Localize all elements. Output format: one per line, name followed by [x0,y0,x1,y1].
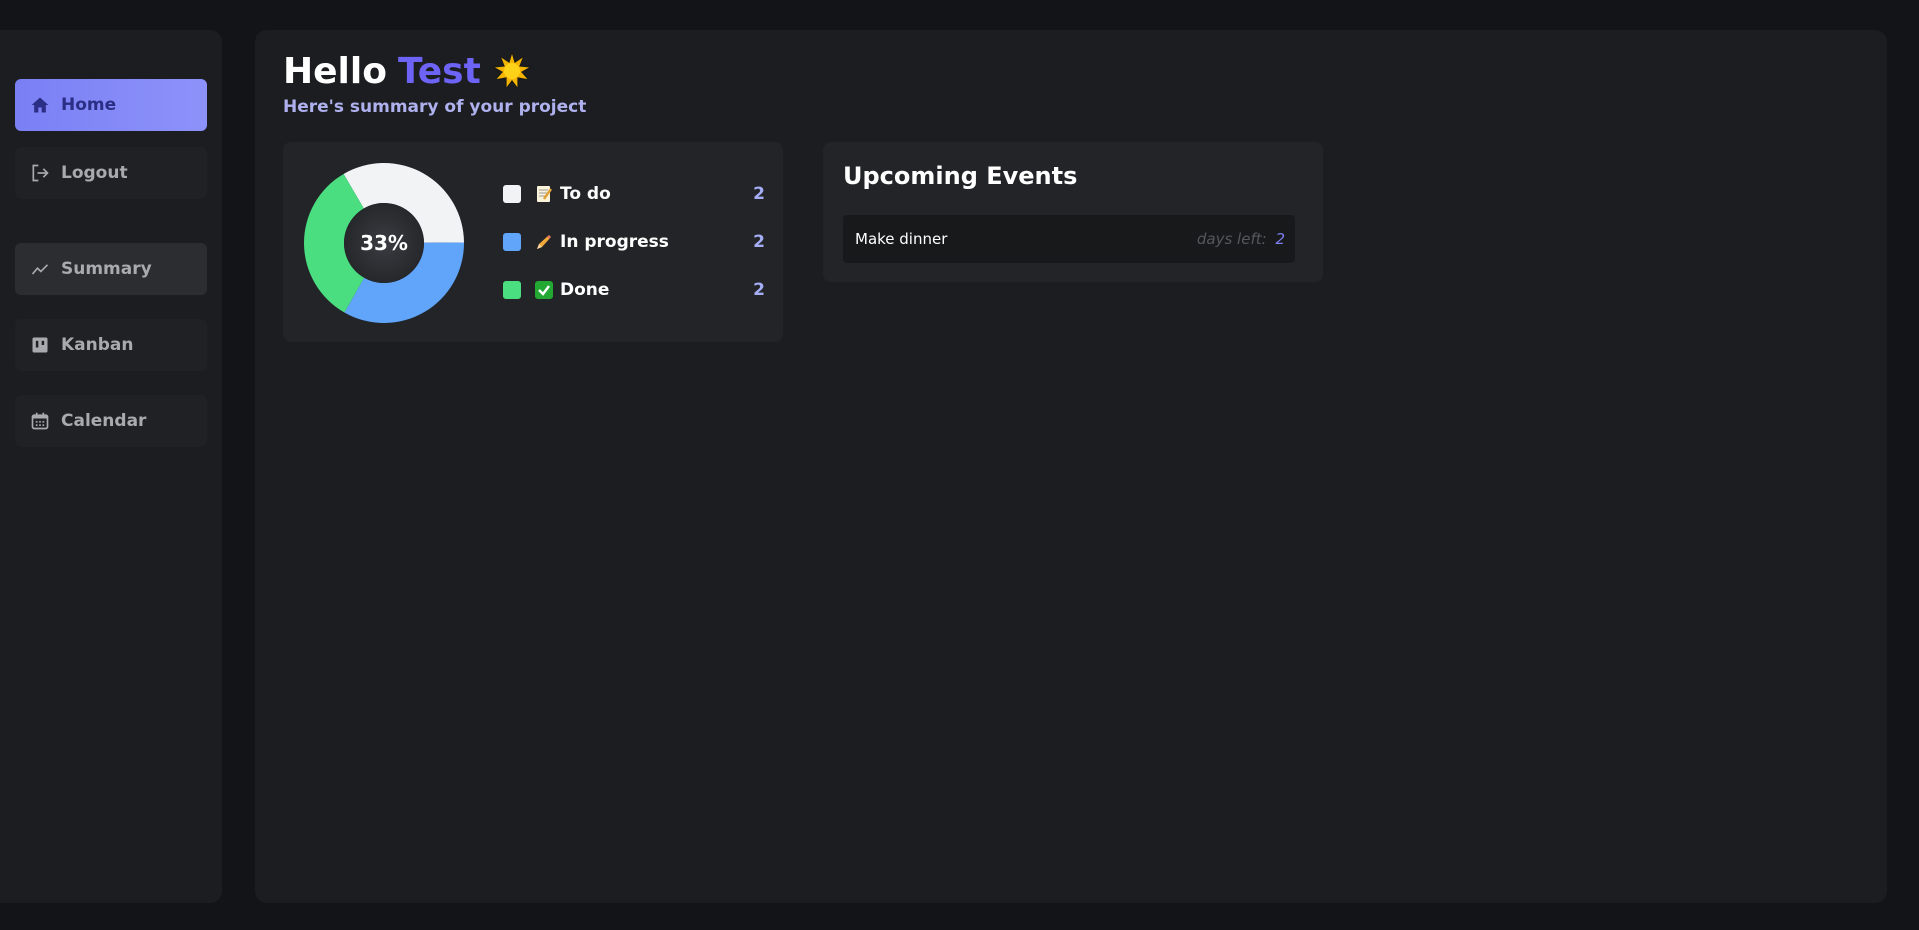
legend-label: In progress [560,232,669,252]
legend-count: 2 [753,280,765,300]
kanban-icon [29,334,51,356]
sidebar-item-label: Kanban [61,335,134,355]
summary-card: 33% To do 2 In progress 2 Done 2 [283,142,783,342]
home-icon [29,94,51,116]
sidebar-item-logout[interactable]: Logout [15,147,207,199]
memo-icon [535,185,553,203]
legend-item-in-progress: In progress 2 [503,230,765,254]
days-left-value: 2 [1275,230,1285,248]
sidebar-item-label: Home [61,95,117,115]
legend-item-done: Done 2 [503,278,765,302]
page-subtitle: Here's summary of your project [283,97,587,117]
sidebar-item-kanban[interactable]: Kanban [15,319,207,371]
percent-label: 33% [344,203,424,283]
sidebar-item-summary[interactable]: Summary [15,243,207,295]
events-title: Upcoming Events [843,162,1078,190]
calendar-icon [29,410,51,432]
sidebar: Home Logout Summary Kanban Calendar [0,30,222,903]
sun-icon [490,49,533,92]
donut-chart: 33% [303,162,465,324]
greeting-text: Hello [283,50,387,92]
sidebar-item-home[interactable]: Home [15,79,207,131]
legend-item-todo: To do 2 [503,182,765,206]
main-panel: Hello Test Here's summary of your projec… [255,30,1887,903]
days-left-label: days left: [1196,230,1267,248]
sidebar-item-calendar[interactable]: Calendar [15,395,207,447]
event-name: Make dinner [855,230,948,248]
sidebar-item-label: Logout [61,163,128,183]
legend-count: 2 [753,184,765,204]
legend-count: 2 [753,232,765,252]
upcoming-events-card: Upcoming Events Make dinner days left: 2 [823,142,1323,282]
event-item[interactable]: Make dinner days left: 2 [843,215,1295,263]
legend-swatch [503,233,521,251]
trending-icon [29,258,51,280]
sidebar-item-label: Calendar [61,411,147,431]
legend-swatch [503,281,521,299]
user-name: Test [397,50,481,92]
legend-label: To do [560,184,611,204]
sidebar-item-label: Summary [61,259,152,279]
pencil-icon [535,233,553,251]
event-days-left: days left: 2 [1197,230,1285,248]
legend-label: Done [560,280,610,300]
legend-swatch [503,185,521,203]
check-mark-icon [535,281,553,299]
logout-icon [29,162,51,184]
page-title: Hello Test [283,49,533,92]
